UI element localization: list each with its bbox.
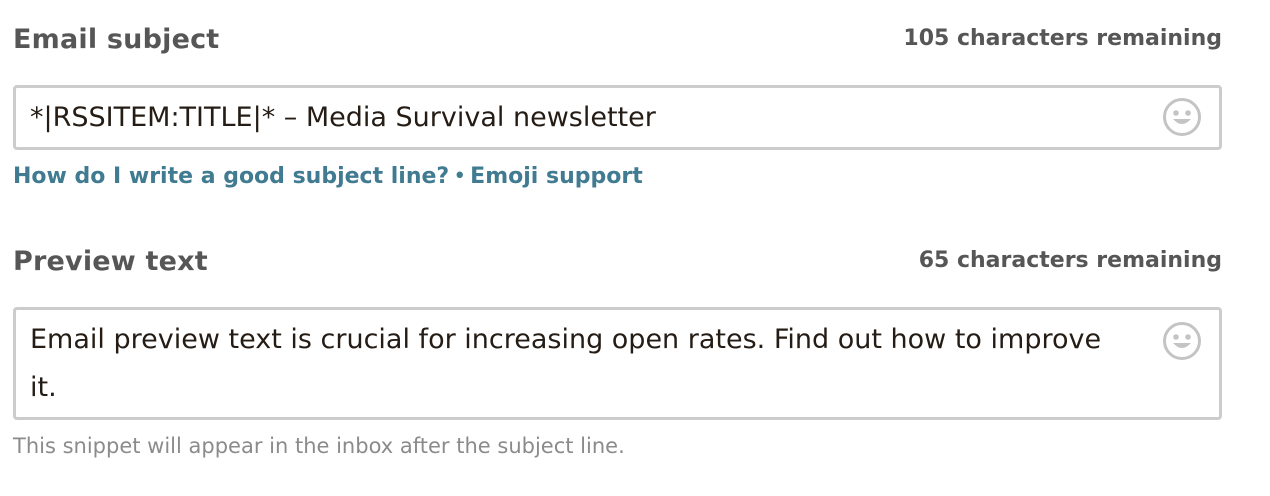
smiley-icon[interactable] bbox=[1162, 321, 1202, 361]
subject-help-links: How do I write a good subject line? • Emoj… bbox=[13, 164, 643, 189]
subject-header: Email subject 105 characters remaining bbox=[13, 24, 1222, 55]
smiley-icon[interactable] bbox=[1162, 97, 1202, 137]
good-subject-line-link[interactable]: How do I write a good subject line? bbox=[13, 164, 449, 189]
preview-label: Preview text bbox=[13, 246, 208, 277]
subject-input[interactable]: *|RSSITEM:TITLE|* – Media Survival newsl… bbox=[13, 85, 1222, 150]
subject-label: Email subject bbox=[13, 24, 220, 55]
preview-textarea-value[interactable]: Email preview text is crucial for increa… bbox=[16, 310, 1219, 412]
emoji-support-link[interactable]: Emoji support bbox=[470, 164, 643, 189]
link-separator: • bbox=[453, 164, 467, 189]
preview-textarea[interactable]: Email preview text is crucial for increa… bbox=[13, 307, 1222, 420]
preview-header: Preview text 65 characters remaining bbox=[13, 246, 1222, 277]
preview-hint: This snippet will appear in the inbox af… bbox=[13, 434, 625, 458]
preview-char-counter: 65 characters remaining bbox=[918, 248, 1222, 273]
subject-input-value[interactable]: *|RSSITEM:TITLE|* – Media Survival newsl… bbox=[16, 88, 1219, 147]
subject-char-counter: 105 characters remaining bbox=[903, 26, 1222, 51]
